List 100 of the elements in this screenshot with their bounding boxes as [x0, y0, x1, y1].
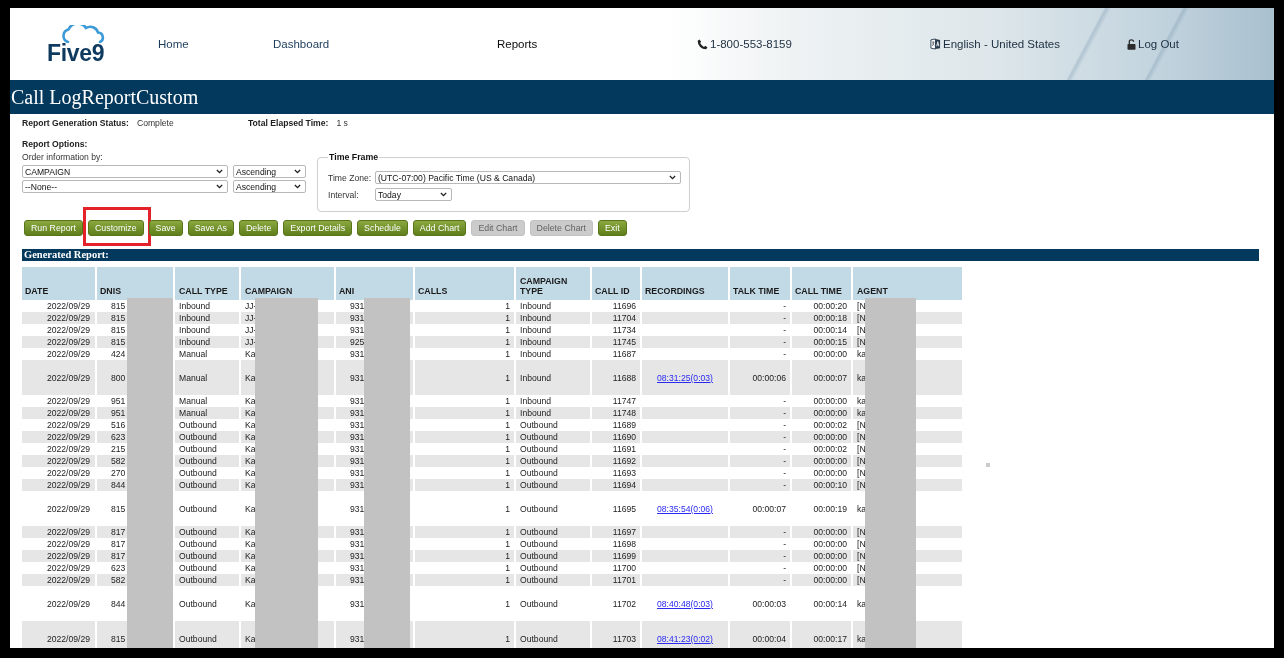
- dnis-number: 582: [111, 456, 126, 466]
- call-time: 00:00:17: [813, 633, 847, 644]
- campaign-type: Inbound: [520, 396, 552, 406]
- dnis-number: 270: [111, 468, 126, 478]
- call-time: 00:00:00: [813, 349, 847, 359]
- export-details-button[interactable]: Export Details: [283, 220, 353, 236]
- column-header: CALL ID: [591, 267, 641, 300]
- dnis-number: 844: [111, 480, 126, 490]
- campaign-type: Outbound: [520, 432, 558, 442]
- status-value: 1 s: [336, 118, 348, 129]
- dnis-number: 424: [111, 349, 126, 359]
- campaign-type: Outbound: [520, 456, 558, 466]
- agent-name: [N: [857, 551, 866, 561]
- call-date: 2022/09/29: [47, 432, 90, 442]
- save-button[interactable]: Save: [148, 220, 183, 236]
- call-count: 1: [505, 563, 510, 573]
- caret-icon: [216, 184, 223, 189]
- dnis-number: 817: [111, 539, 126, 549]
- language-link[interactable]: English - United States: [943, 38, 1060, 50]
- campaign-type: Inbound: [520, 313, 552, 323]
- dnis-number: 800: [111, 372, 126, 383]
- call-type: Outbound: [179, 480, 217, 490]
- sort-field-select[interactable]: --None--: [22, 180, 228, 193]
- campaign-name: Ka: [245, 372, 256, 383]
- nav-link[interactable]: Dashboard: [273, 38, 330, 50]
- campaign-type: Inbound: [520, 349, 552, 359]
- agent-name: [N: [857, 444, 866, 454]
- talk-time: -: [783, 575, 786, 585]
- call-time: 00:00:00: [813, 575, 847, 585]
- call-date: 2022/09/29: [47, 539, 90, 549]
- call-type: Outbound: [179, 539, 217, 549]
- call-date: 2022/09/29: [47, 396, 90, 406]
- recording-link[interactable]: 08:31:25(0:03): [657, 372, 713, 383]
- status-value: Complete: [136, 118, 174, 129]
- order-by-label: Order information by:: [22, 151, 104, 163]
- call-date: 2022/09/29: [47, 337, 90, 347]
- sort-direction-select[interactable]: Ascending: [233, 165, 306, 178]
- recording-link[interactable]: 08:35:54(0:06): [657, 503, 713, 514]
- call-date: 2022/09/29: [47, 456, 90, 466]
- schedule-button[interactable]: Schedule: [357, 220, 408, 236]
- logo-text[interactable]: Five9: [47, 43, 105, 63]
- customize-button[interactable]: Customize: [88, 220, 144, 236]
- campaign-name: Ka: [245, 527, 256, 537]
- dnis-number: 815: [111, 301, 126, 311]
- dnis-number: 215: [111, 444, 126, 454]
- call-date: 2022/09/29: [47, 372, 90, 383]
- call-time: 00:00:00: [813, 408, 847, 418]
- campaign-type: Outbound: [520, 633, 558, 644]
- call-type: Outbound: [179, 503, 217, 514]
- call-count: 1: [505, 337, 510, 347]
- agent-name: [N: [857, 456, 866, 466]
- recording-link[interactable]: 08:40:48(0:03): [657, 598, 713, 609]
- dnis-number: 815: [111, 633, 126, 644]
- call-time: 00:00:00: [813, 563, 847, 573]
- call-type: Manual: [179, 396, 208, 406]
- call-type: Outbound: [179, 432, 217, 442]
- sort-field-select[interactable]: CAMPAIGN: [22, 165, 228, 178]
- recording-link[interactable]: 08:41:23(0:02): [657, 633, 713, 644]
- call-count: 1: [505, 480, 510, 490]
- call-date: 2022/09/29: [47, 527, 90, 537]
- report-section-header: Generated Report:: [22, 249, 1259, 261]
- call-id: 11687: [612, 349, 636, 359]
- call-time: 00:00:19: [813, 503, 847, 514]
- dnis-number: 951: [111, 408, 126, 418]
- agent-name: [N: [857, 563, 866, 573]
- sort-direction-select[interactable]: Ascending: [233, 180, 306, 193]
- call-id: 11692: [612, 456, 636, 466]
- nav-link[interactable]: Home: [158, 38, 189, 50]
- campaign-type: Inbound: [520, 408, 552, 418]
- call-count: 1: [505, 301, 510, 311]
- dnis-number: 623: [111, 432, 126, 442]
- call-type: Inbound: [179, 313, 211, 323]
- call-type: Outbound: [179, 468, 217, 478]
- ani-number: 931: [350, 539, 365, 549]
- caret-icon: [669, 175, 676, 180]
- nav-link[interactable]: Reports: [497, 38, 538, 50]
- talk-time: -: [783, 539, 786, 549]
- agent-name: [N: [857, 432, 866, 442]
- call-id: 11702: [612, 598, 636, 609]
- call-count: 1: [505, 527, 510, 537]
- phone-number: 1-800-553-8159: [710, 38, 792, 50]
- dnis-number: 516: [111, 420, 126, 430]
- delete-button[interactable]: Delete: [238, 220, 279, 236]
- call-type: Manual: [179, 349, 208, 359]
- logout-link[interactable]: Log Out: [1138, 38, 1179, 50]
- talk-time: -: [783, 301, 786, 311]
- status-label: Total Elapsed Time:: [248, 118, 329, 129]
- call-time: 00:00:00: [813, 432, 847, 442]
- call-id: 11697: [612, 527, 636, 537]
- add-chart-button[interactable]: Add Chart: [412, 220, 467, 236]
- interval-select[interactable]: Today: [375, 188, 452, 201]
- call-date: 2022/09/29: [47, 301, 90, 311]
- dnis-number: 815: [111, 313, 126, 323]
- time-zone-select[interactable]: (UTC-07:00) Pacific Time (US & Canada): [375, 171, 681, 184]
- column-header: AGENT: [852, 267, 963, 300]
- save-as-button[interactable]: Save As: [187, 220, 234, 236]
- dnis-number: 817: [111, 527, 126, 537]
- talk-time: -: [783, 563, 786, 573]
- campaign-name: Ka: [245, 633, 256, 644]
- call-time: 00:00:07: [813, 372, 847, 383]
